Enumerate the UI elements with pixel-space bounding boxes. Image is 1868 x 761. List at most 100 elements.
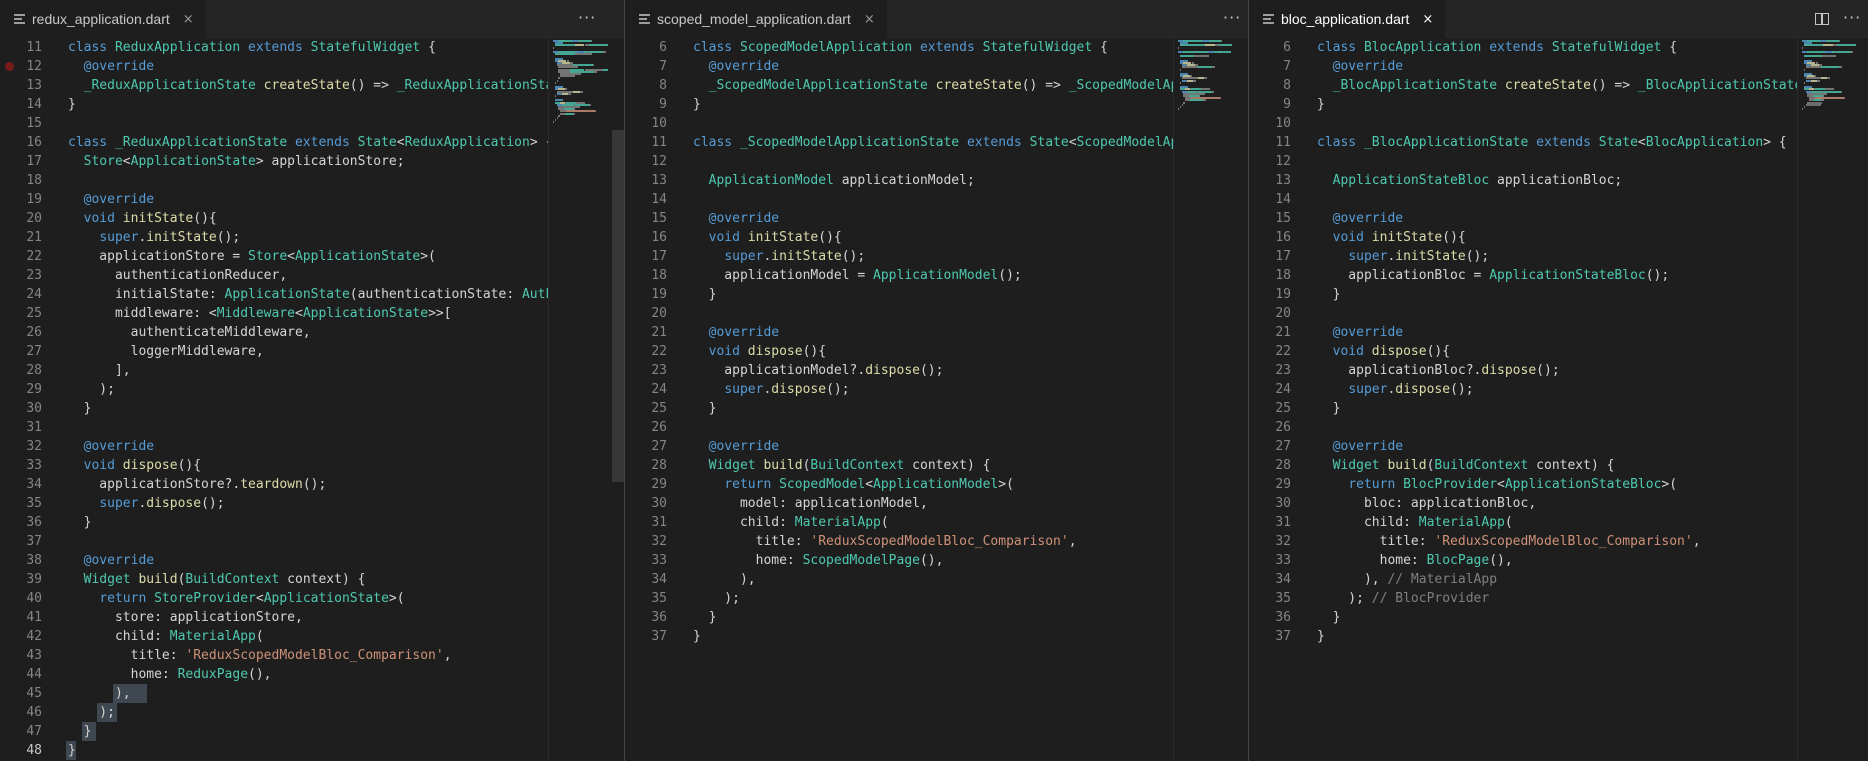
vertical-scrollbar[interactable] — [612, 38, 624, 761]
line-number[interactable]: 15 — [0, 114, 42, 133]
scroll-thumb[interactable] — [612, 130, 624, 482]
line-number[interactable]: 30 — [1249, 494, 1291, 513]
line-number[interactable]: 34 — [0, 475, 42, 494]
line-number[interactable]: 16 — [625, 228, 667, 247]
line-number[interactable]: 24 — [0, 285, 42, 304]
line-number[interactable]: 8 — [1249, 76, 1291, 95]
line-number[interactable]: 13 — [0, 76, 42, 95]
line-number[interactable]: 12 — [1249, 152, 1291, 171]
line-number[interactable]: 15 — [625, 209, 667, 228]
line-number[interactable]: 37 — [1249, 627, 1291, 646]
line-number[interactable]: 22 — [625, 342, 667, 361]
line-number[interactable]: 16 — [0, 133, 42, 152]
line-number[interactable]: 19 — [0, 190, 42, 209]
line-number[interactable]: 22 — [0, 247, 42, 266]
line-number[interactable]: 33 — [625, 551, 667, 570]
line-number[interactable]: 12 — [625, 152, 667, 171]
line-number[interactable]: 44 — [0, 665, 42, 684]
line-number[interactable]: 35 — [0, 494, 42, 513]
line-number[interactable]: 14 — [0, 95, 42, 114]
line-number[interactable]: 46 — [0, 703, 42, 722]
line-number[interactable]: 38 — [0, 551, 42, 570]
line-number[interactable]: 27 — [625, 437, 667, 456]
line-number[interactable]: 24 — [1249, 380, 1291, 399]
line-number[interactable]: 23 — [625, 361, 667, 380]
line-number[interactable]: 21 — [0, 228, 42, 247]
line-number[interactable]: 29 — [625, 475, 667, 494]
line-number[interactable]: 31 — [1249, 513, 1291, 532]
minimap[interactable] — [548, 38, 614, 761]
line-number[interactable]: 32 — [0, 437, 42, 456]
code-editor[interactable]: 6 class ScopedModelApplication extends St… — [625, 38, 1248, 761]
line-number[interactable]: 14 — [1249, 190, 1291, 209]
minimap[interactable] — [1797, 38, 1863, 761]
line-number[interactable]: 14 — [625, 190, 667, 209]
close-icon[interactable]: × — [864, 12, 875, 27]
line-number[interactable]: 27 — [0, 342, 42, 361]
line-number[interactable]: 22 — [1249, 342, 1291, 361]
line-number[interactable]: 20 — [625, 304, 667, 323]
close-icon[interactable]: × — [1422, 12, 1433, 27]
line-number[interactable]: 34 — [1249, 570, 1291, 589]
line-number[interactable]: 36 — [1249, 608, 1291, 627]
line-number[interactable]: 7 — [625, 57, 667, 76]
line-number[interactable]: 31 — [625, 513, 667, 532]
line-number[interactable]: 18 — [625, 266, 667, 285]
line-number[interactable]: 19 — [625, 285, 667, 304]
line-number[interactable]: 35 — [625, 589, 667, 608]
line-number[interactable]: 20 — [1249, 304, 1291, 323]
line-number[interactable]: 13 — [625, 171, 667, 190]
line-number[interactable]: 32 — [625, 532, 667, 551]
line-number[interactable]: 37 — [625, 627, 667, 646]
line-number[interactable]: 48 — [0, 741, 42, 760]
breakpoint-icon[interactable] — [5, 62, 14, 71]
line-number[interactable]: 28 — [0, 361, 42, 380]
minimap[interactable] — [1173, 38, 1239, 761]
line-number[interactable]: 27 — [1249, 437, 1291, 456]
line-number[interactable]: 11 — [0, 38, 42, 57]
line-number[interactable]: 45 — [0, 684, 42, 703]
line-number[interactable]: 32 — [1249, 532, 1291, 551]
line-number[interactable]: 8 — [625, 76, 667, 95]
line-number[interactable]: 34 — [625, 570, 667, 589]
line-number[interactable]: 23 — [0, 266, 42, 285]
line-number[interactable]: 39 — [0, 570, 42, 589]
line-number[interactable]: 47 — [0, 722, 42, 741]
line-number[interactable]: 9 — [1249, 95, 1291, 114]
line-number[interactable]: 18 — [0, 171, 42, 190]
line-number[interactable]: 6 — [625, 38, 667, 57]
close-icon[interactable]: × — [183, 12, 194, 27]
line-number[interactable]: 17 — [0, 152, 42, 171]
line-number[interactable]: 20 — [0, 209, 42, 228]
line-number[interactable]: 30 — [625, 494, 667, 513]
line-number[interactable]: 31 — [0, 418, 42, 437]
line-number[interactable]: 29 — [1249, 475, 1291, 494]
line-number[interactable]: 15 — [1249, 209, 1291, 228]
line-number[interactable]: 23 — [1249, 361, 1291, 380]
line-number[interactable]: 26 — [625, 418, 667, 437]
line-number[interactable]: 24 — [625, 380, 667, 399]
line-number[interactable]: 25 — [1249, 399, 1291, 418]
line-number[interactable]: 16 — [1249, 228, 1291, 247]
line-number[interactable]: 37 — [0, 532, 42, 551]
line-number[interactable]: 28 — [625, 456, 667, 475]
line-number[interactable]: 29 — [0, 380, 42, 399]
line-number[interactable]: 33 — [0, 456, 42, 475]
line-number[interactable]: 6 — [1249, 38, 1291, 57]
line-number[interactable]: 41 — [0, 608, 42, 627]
line-number[interactable]: 36 — [625, 608, 667, 627]
line-number[interactable]: 10 — [1249, 114, 1291, 133]
line-number[interactable]: 28 — [1249, 456, 1291, 475]
line-number[interactable]: 25 — [625, 399, 667, 418]
more-actions-icon[interactable]: ··· — [1223, 8, 1241, 27]
line-number[interactable]: 21 — [1249, 323, 1291, 342]
line-number[interactable]: 33 — [1249, 551, 1291, 570]
line-number[interactable]: 40 — [0, 589, 42, 608]
tab-bloc-application[interactable]: bloc_application.dart × — [1249, 0, 1447, 38]
line-number[interactable]: 26 — [1249, 418, 1291, 437]
line-number[interactable]: 17 — [625, 247, 667, 266]
line-number[interactable]: 13 — [1249, 171, 1291, 190]
code-editor[interactable]: 6 class BlocApplication extends StatefulW… — [1249, 38, 1868, 761]
line-number[interactable]: 11 — [1249, 133, 1291, 152]
line-number[interactable]: 11 — [625, 133, 667, 152]
